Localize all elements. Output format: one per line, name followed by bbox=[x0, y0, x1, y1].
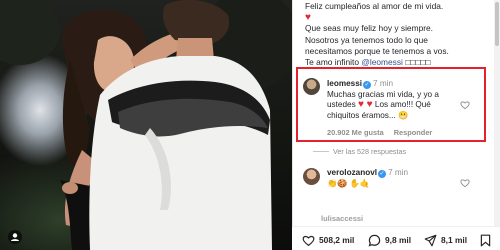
comment-username[interactable]: leomessi bbox=[327, 79, 362, 88]
scrollbar[interactable] bbox=[494, 0, 500, 228]
comment-likes[interactable]: 20.902 Me gusta bbox=[327, 128, 384, 137]
scrollbar-thumb[interactable] bbox=[495, 2, 499, 46]
comment-text: chiquitos éramos... bbox=[327, 110, 398, 120]
comment-bubble-icon bbox=[368, 234, 381, 246]
heart-icon: ♥ ♥ bbox=[357, 99, 373, 111]
comment-line: chiquitos éramos... 😬 bbox=[327, 111, 469, 122]
likes-count: 508,2 mil bbox=[319, 235, 355, 245]
comment-text: Los amo!!! Qué bbox=[372, 100, 431, 110]
post-caption: Feliz cumpleaños al amor de mi vida. ♥ Q… bbox=[305, 1, 487, 68]
comment-text: leomessi ✓ 7 min Muchas gracias mi vida, y… bbox=[327, 79, 469, 121]
like-button[interactable]: 508,2 mil bbox=[302, 233, 354, 247]
view-replies-label: Ver las 528 respuestas bbox=[333, 147, 407, 156]
photo-illustration bbox=[0, 0, 292, 250]
post-photo[interactable] bbox=[0, 0, 292, 250]
comment-header: verolozanovl ✓ 7 min bbox=[327, 168, 467, 179]
comment-emojis: 👏🍪 ✋🤙 bbox=[327, 178, 371, 188]
save-button[interactable] bbox=[480, 233, 495, 247]
comment-time: 7 min bbox=[388, 168, 409, 177]
comments-count: 9,8 mil bbox=[385, 235, 412, 245]
comment-username[interactable]: verolozanovl bbox=[327, 168, 377, 177]
shares-count: 8,1 mil bbox=[441, 235, 468, 245]
post-action-bar: 508,2 mil 9,8 mil 8,1 mil bbox=[292, 226, 500, 250]
user-tag-icon[interactable] bbox=[8, 230, 22, 244]
caption-line: necesitamos porque te tenemos a vos. bbox=[305, 45, 449, 56]
caption-line: Que seas muy feliz hoy y siempre. bbox=[305, 23, 434, 34]
caption-line: Feliz cumpleaños al amor de mi vida. bbox=[305, 1, 444, 11]
paper-plane-icon bbox=[424, 234, 437, 246]
comment-text: ustedes bbox=[327, 100, 358, 110]
mention-link[interactable]: @leomessi bbox=[361, 57, 403, 67]
view-replies-button[interactable]: Ver las 528 respuestas bbox=[313, 147, 406, 156]
comment-line: Muchas gracias mi vida, y yo a bbox=[327, 89, 439, 99]
avatar[interactable] bbox=[303, 78, 320, 95]
caption-text: Te amo infinito bbox=[305, 57, 362, 68]
avatar[interactable] bbox=[303, 168, 320, 185]
comment-time: 7 min bbox=[373, 79, 394, 88]
share-button[interactable]: 8,1 mil bbox=[424, 233, 467, 247]
caption-line: Nosotros ya tenemos todo lo que bbox=[305, 34, 428, 45]
like-heart-icon[interactable] bbox=[460, 178, 470, 188]
comment-text: verolozanovl ✓ 7 min 👏🍪 ✋🤙 bbox=[327, 168, 467, 189]
comment-header: leomessi ✓ 7 min bbox=[327, 79, 469, 90]
comment-username[interactable]: lulisaccessi bbox=[321, 214, 363, 223]
reply-button[interactable]: Responder bbox=[394, 128, 433, 137]
heart-outline-icon bbox=[302, 235, 315, 246]
bookmark-icon bbox=[480, 234, 491, 246]
heart-icon: ♥ bbox=[305, 12, 311, 24]
caption-text: □□□□□ bbox=[402, 57, 431, 68]
verified-badge-icon: ✓ bbox=[378, 170, 387, 178]
divider bbox=[313, 151, 329, 152]
comment-button[interactable]: 9,8 mil bbox=[368, 233, 411, 247]
grimace-emoji-icon: 😬 bbox=[398, 110, 409, 120]
like-heart-icon[interactable] bbox=[460, 100, 470, 110]
comment-line: ustedes ♥ ♥ Los amo!!! Qué bbox=[327, 99, 469, 111]
comment-meta: 20.902 Me gusta Responder bbox=[327, 128, 442, 137]
verified-badge-icon: ✓ bbox=[363, 81, 372, 89]
